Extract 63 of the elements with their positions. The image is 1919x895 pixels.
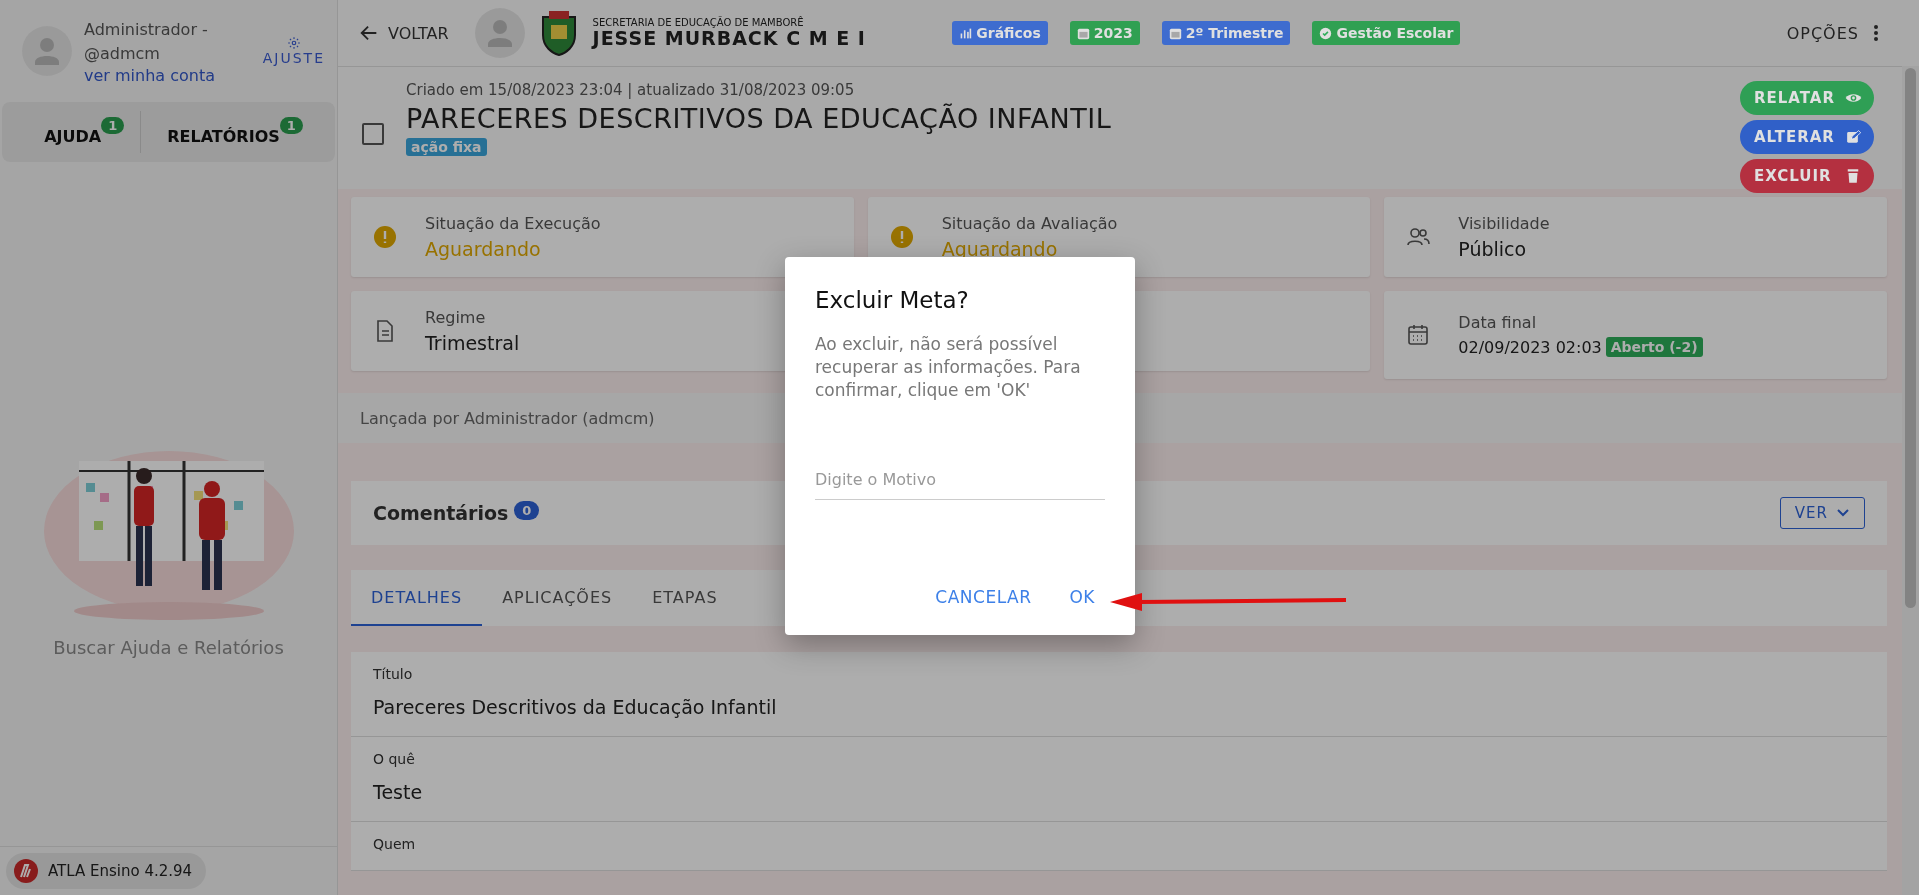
tab[interactable]: APLICAÇÕES <box>482 570 633 626</box>
calendar-icon <box>1076 26 1090 40</box>
settings-icon <box>286 36 301 50</box>
school-name: JESSE MURBACK C M E I <box>592 28 866 49</box>
bar-chart-icon <box>959 26 973 40</box>
checkbox[interactable] <box>362 123 384 145</box>
field-value: Teste <box>373 781 424 803</box>
avatar-icon <box>474 8 525 58</box>
tag: ação fixa <box>406 138 487 156</box>
card-value: 02/09/2023 02:03 <box>1458 337 1602 357</box>
card-value: Aguardando <box>941 238 1058 260</box>
field-label: Quem <box>373 836 417 852</box>
dialog-title: Excluir Meta? <box>815 287 970 313</box>
launched-by-text: Lançada por Administrador (admcm) <box>360 408 655 428</box>
filter-chip[interactable]: Gestão Escolar <box>1312 21 1461 45</box>
card-label: Data final <box>1458 313 1538 332</box>
tab[interactable]: DETALHES <box>351 570 483 626</box>
view-button[interactable]: VER <box>1779 497 1865 529</box>
tab[interactable]: ETAPAS <box>632 570 738 626</box>
card-value: Aguardando <box>425 238 541 260</box>
card-value: Público <box>1458 238 1527 260</box>
count-badge: 0 <box>514 500 540 520</box>
status-badge: Aberto (-2) <box>1605 337 1703 357</box>
count-badge: 1 <box>101 116 125 134</box>
sidebar-tab[interactable]: RELATÓRIOS <box>157 112 280 152</box>
version-badge: ATLA Ensino 4.2.94 <box>6 853 207 889</box>
field-label: Título <box>373 666 414 682</box>
avatar-icon <box>22 26 72 76</box>
dialog-button[interactable]: OK <box>1059 579 1105 615</box>
scrollbar[interactable] <box>1902 66 1919 895</box>
logo-icon <box>14 859 38 883</box>
settings-button[interactable]: AJUSTE <box>262 36 325 66</box>
account-link[interactable]: ver minha conta <box>84 65 234 85</box>
card-label: Situação da Execução <box>425 214 601 233</box>
field-value: Pareceres Descritivos da Educação Infantil <box>373 696 778 718</box>
action-button[interactable]: RELATAR <box>1740 81 1874 115</box>
back-button[interactable]: VOLTAR <box>358 22 449 44</box>
timestamp-text: Criado em 15/08/2023 23:04 | atualizado 31/08/2023 09:05 <box>406 81 856 99</box>
action-button[interactable]: ALTERAR <box>1740 120 1874 154</box>
help-caption: Buscar Ajuda e Relatórios <box>53 636 284 658</box>
record-title: PARECERES DESCRITIVOS DA EDUCAÇÃO INFANTIL <box>406 103 1112 134</box>
card-label: Regime <box>425 308 487 327</box>
action-button[interactable]: EXCLUIR <box>1740 159 1874 193</box>
card-label: Visibilidade <box>1458 214 1550 233</box>
card-label: Situação da Avaliação <box>941 214 1118 233</box>
card-value: Trimestral <box>425 332 520 354</box>
count-badge: 1 <box>279 116 303 134</box>
check-circle-icon <box>1319 26 1333 40</box>
school-subtitle: SECRETARIA DE EDUCAÇÃO DE MAMBORÊ <box>592 17 805 29</box>
filter-chip[interactable]: Gráficos <box>952 21 1048 45</box>
user-name: Administrador - @admcm <box>84 18 209 65</box>
calendar-icon <box>1168 26 1182 40</box>
filter-chip[interactable]: 2º Trimestre <box>1161 21 1291 45</box>
filter-chip[interactable]: 2023 <box>1069 21 1140 45</box>
dialog-button[interactable]: CANCELAR <box>925 579 1042 615</box>
comments-label: Comentários <box>373 502 509 524</box>
kebab-menu-icon <box>1873 24 1879 42</box>
dialog-message: Ao excluir, não será possível recuperar as informações. Para confirmar, clique em 'OK' <box>815 333 1082 402</box>
edit-icon <box>1844 129 1862 145</box>
chevron-down-icon <box>1836 508 1850 518</box>
sidebar-tab[interactable]: AJUDA <box>34 112 102 152</box>
field-label: O quê <box>373 751 416 767</box>
options-button[interactable]: OPÇÕES <box>1786 23 1879 43</box>
